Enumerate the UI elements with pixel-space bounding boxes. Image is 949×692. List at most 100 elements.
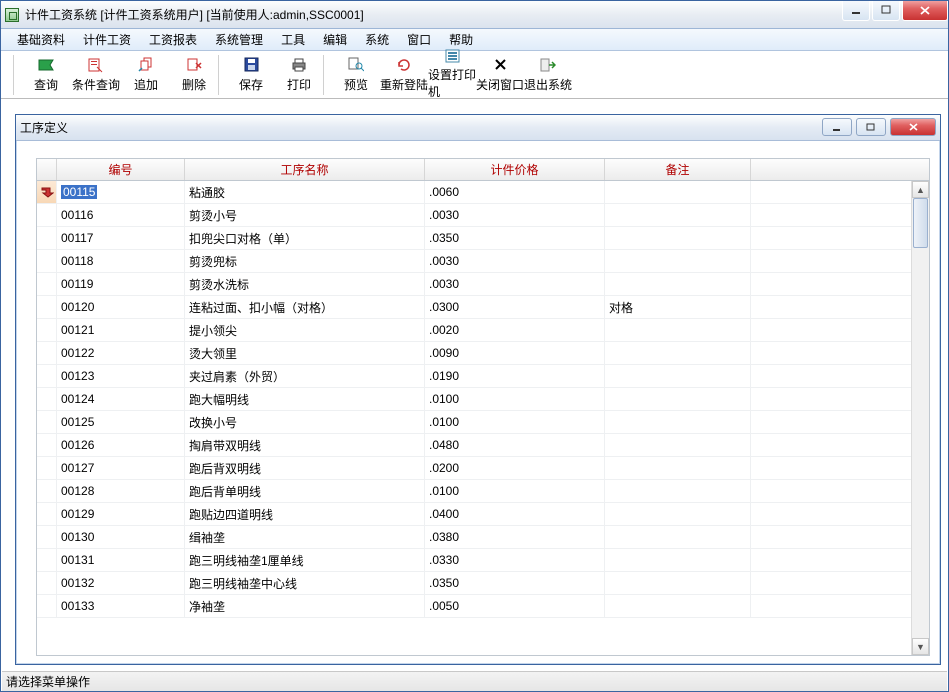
cell-price[interactable]: .0190	[425, 365, 605, 387]
cell-price[interactable]: .0030	[425, 204, 605, 226]
cell-note[interactable]	[605, 365, 751, 387]
tb-printer-setup[interactable]: 设置打印机	[428, 52, 476, 98]
cell-note[interactable]	[605, 526, 751, 548]
table-row[interactable]: 00133净袖垄.0050	[37, 595, 911, 618]
cell-name[interactable]: 剪烫兜标	[185, 250, 425, 272]
cell-name[interactable]: 跑后背单明线	[185, 480, 425, 502]
cell-name[interactable]: 粘通胶	[185, 181, 425, 203]
vertical-scrollbar[interactable]: ▲ ▼	[911, 181, 929, 655]
cell-price[interactable]: .0380	[425, 526, 605, 548]
table-row[interactable]: 00127跑后背双明线.0200	[37, 457, 911, 480]
cell-note[interactable]	[605, 595, 751, 617]
tb-close-window[interactable]: 关闭窗口	[476, 52, 524, 98]
table-row[interactable]: 00126掏肩带双明线.0480	[37, 434, 911, 457]
scroll-thumb[interactable]	[913, 198, 928, 248]
cell-note[interactable]	[605, 480, 751, 502]
cell-price[interactable]: .0060	[425, 181, 605, 203]
cell-id[interactable]: 00126	[57, 434, 185, 456]
cell-name[interactable]: 烫大领里	[185, 342, 425, 364]
cell-name[interactable]: 剪烫小号	[185, 204, 425, 226]
cell-id[interactable]: 00115	[57, 181, 185, 203]
cell-note[interactable]	[605, 411, 751, 433]
cell-price[interactable]: .0350	[425, 572, 605, 594]
child-minimize-button[interactable]	[822, 118, 852, 136]
menu-wage[interactable]: 计件工资	[77, 29, 137, 50]
menu-help[interactable]: 帮助	[443, 29, 479, 50]
cell-price[interactable]: .0200	[425, 457, 605, 479]
cell-price[interactable]: .0300	[425, 296, 605, 318]
table-row[interactable]: 00121提小领尖.0020	[37, 319, 911, 342]
cell-name[interactable]: 跑大幅明线	[185, 388, 425, 410]
scroll-down-button[interactable]: ▼	[912, 638, 929, 655]
cell-id[interactable]: 00123	[57, 365, 185, 387]
cell-price[interactable]: .0480	[425, 434, 605, 456]
tb-delete[interactable]: 删除	[170, 52, 218, 98]
table-row[interactable]: 00115粘通胶.0060	[37, 181, 911, 204]
tb-cond-query[interactable]: 条件查询	[70, 52, 122, 98]
cell-price[interactable]: .0330	[425, 549, 605, 571]
cell-price[interactable]: .0350	[425, 227, 605, 249]
cell-price[interactable]: .0100	[425, 411, 605, 433]
tb-exit[interactable]: 退出系统	[524, 52, 572, 98]
child-maximize-button[interactable]	[856, 118, 886, 136]
cell-name[interactable]: 掏肩带双明线	[185, 434, 425, 456]
cell-note[interactable]	[605, 319, 751, 341]
cell-price[interactable]: .0030	[425, 250, 605, 272]
cell-note[interactable]	[605, 273, 751, 295]
table-row[interactable]: 00125改换小号.0100	[37, 411, 911, 434]
child-close-button[interactable]	[890, 118, 936, 136]
cell-name[interactable]: 提小领尖	[185, 319, 425, 341]
cell-id[interactable]: 00127	[57, 457, 185, 479]
tb-print[interactable]: 打印	[275, 52, 323, 98]
tb-save[interactable]: 保存	[227, 52, 275, 98]
col-price[interactable]: 计件价格	[425, 159, 605, 180]
cell-price[interactable]: .0020	[425, 319, 605, 341]
menu-basic[interactable]: 基础资料	[11, 29, 71, 50]
cell-id[interactable]: 00124	[57, 388, 185, 410]
menu-edit[interactable]: 编辑	[317, 29, 353, 50]
table-row[interactable]: 00120连粘过面、扣小幅（对格）.0300对格	[37, 296, 911, 319]
cell-id[interactable]: 00129	[57, 503, 185, 525]
cell-id[interactable]: 00132	[57, 572, 185, 594]
cell-id[interactable]: 00117	[57, 227, 185, 249]
close-button[interactable]	[902, 1, 948, 21]
cell-id[interactable]: 00133	[57, 595, 185, 617]
cell-id[interactable]: 00125	[57, 411, 185, 433]
child-title-bar[interactable]: 工序定义	[16, 115, 940, 141]
cell-price[interactable]: .0100	[425, 388, 605, 410]
cell-note[interactable]	[605, 250, 751, 272]
cell-name[interactable]: 跑三明线袖垄中心线	[185, 572, 425, 594]
cell-name[interactable]: 扣兜尖口对格（单）	[185, 227, 425, 249]
cell-name[interactable]: 缉袖垄	[185, 526, 425, 548]
cell-note[interactable]	[605, 549, 751, 571]
cell-note[interactable]	[605, 503, 751, 525]
maximize-button[interactable]	[872, 1, 900, 21]
menu-tools[interactable]: 工具	[275, 29, 311, 50]
table-row[interactable]: 00128跑后背单明线.0100	[37, 480, 911, 503]
cell-id[interactable]: 00116	[57, 204, 185, 226]
table-row[interactable]: 00131跑三明线袖垄1厘单线.0330	[37, 549, 911, 572]
table-row[interactable]: 00132跑三明线袖垄中心线.0350	[37, 572, 911, 595]
table-row[interactable]: 00116剪烫小号.0030	[37, 204, 911, 227]
table-row[interactable]: 00119剪烫水洗标.0030	[37, 273, 911, 296]
menu-sysmgmt[interactable]: 系统管理	[209, 29, 269, 50]
menu-window[interactable]: 窗口	[401, 29, 437, 50]
table-row[interactable]: 00130缉袖垄.0380	[37, 526, 911, 549]
tb-preview[interactable]: 预览	[332, 52, 380, 98]
cell-note[interactable]	[605, 181, 751, 203]
cell-price[interactable]: .0090	[425, 342, 605, 364]
col-name[interactable]: 工序名称	[185, 159, 425, 180]
cell-note[interactable]	[605, 204, 751, 226]
data-grid[interactable]: 编号 工序名称 计件价格 备注 00115粘通胶.006000116剪烫小号.0…	[36, 158, 930, 656]
scroll-track[interactable]	[912, 198, 929, 638]
cell-price[interactable]: .0030	[425, 273, 605, 295]
table-row[interactable]: 00122烫大领里.0090	[37, 342, 911, 365]
cell-note[interactable]: 对格	[605, 296, 751, 318]
minimize-button[interactable]	[842, 1, 870, 21]
table-row[interactable]: 00118剪烫兜标.0030	[37, 250, 911, 273]
grid-body[interactable]: 00115粘通胶.006000116剪烫小号.003000117扣兜尖口对格（单…	[37, 181, 911, 655]
cell-name[interactable]: 改换小号	[185, 411, 425, 433]
cell-note[interactable]	[605, 434, 751, 456]
col-id[interactable]: 编号	[57, 159, 185, 180]
cell-name[interactable]: 跑贴边四道明线	[185, 503, 425, 525]
